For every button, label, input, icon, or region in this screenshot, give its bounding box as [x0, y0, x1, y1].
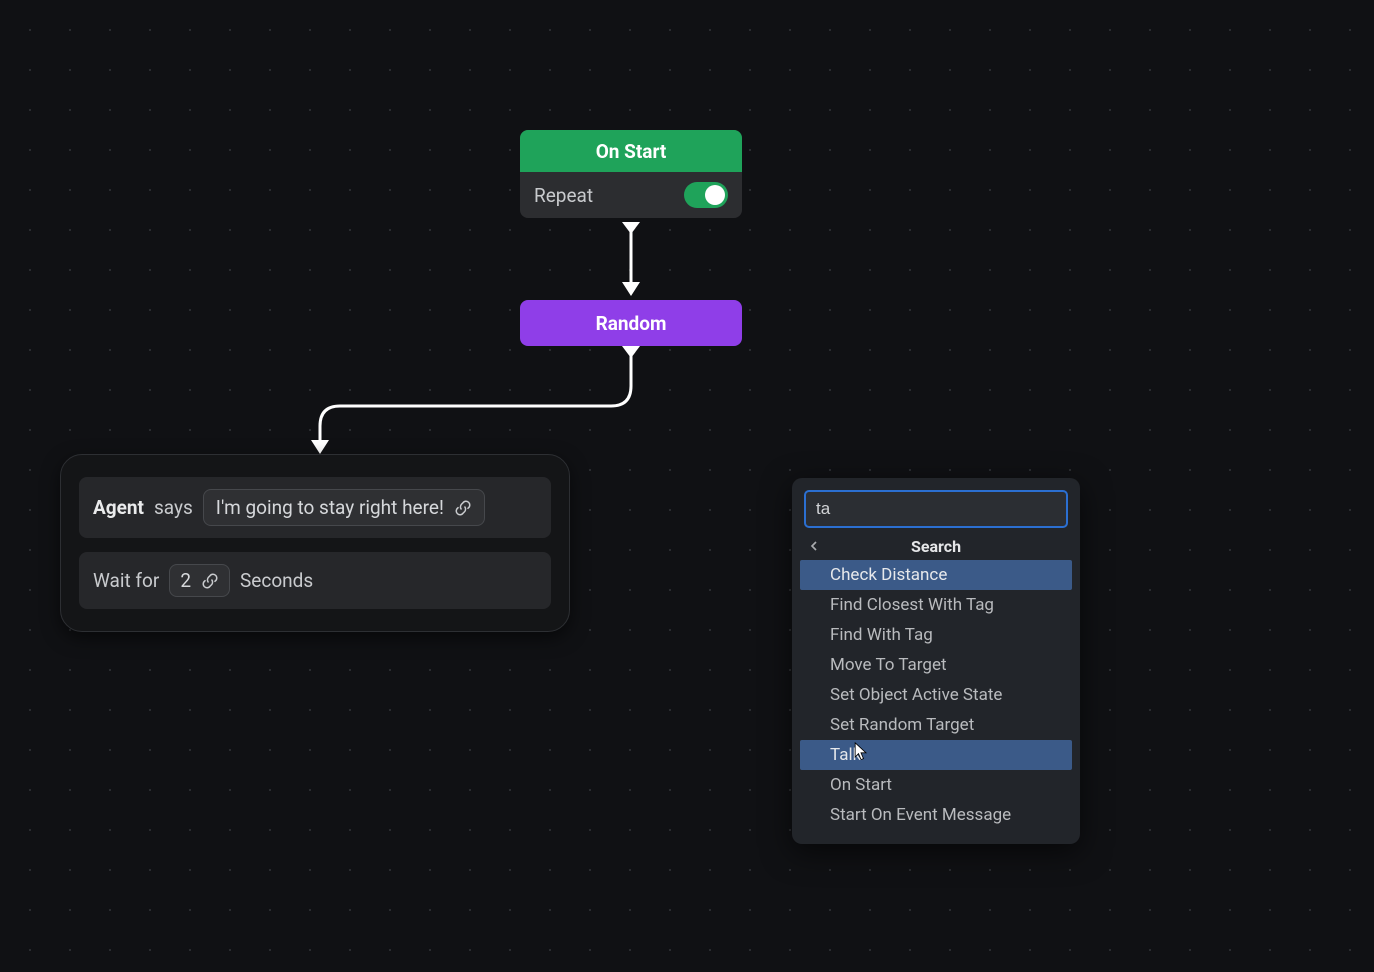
repeat-label: Repeat	[534, 184, 593, 207]
agent-label: Agent	[93, 496, 144, 519]
node-row-repeat: Repeat	[520, 172, 742, 218]
connector-notch-icon	[622, 222, 640, 234]
link-icon	[201, 572, 219, 590]
action-row-talk[interactable]: Agent says I'm going to stay right here!	[79, 477, 551, 538]
search-result-item[interactable]: Check Distance	[800, 560, 1072, 590]
search-result-item[interactable]: On Start	[800, 770, 1072, 800]
node-header-on-start[interactable]: On Start	[520, 130, 742, 172]
link-icon	[454, 499, 472, 517]
popup-title: Search	[800, 537, 1072, 556]
search-result-item[interactable]: Move To Target	[800, 650, 1072, 680]
talk-text-value: I'm going to stay right here!	[216, 496, 444, 519]
arrowhead-icon	[622, 282, 640, 296]
search-result-item[interactable]: Find With Tag	[800, 620, 1072, 650]
node-on-start[interactable]: On Start Repeat	[520, 130, 742, 218]
search-result-item[interactable]: Set Random Target	[800, 710, 1072, 740]
search-result-item[interactable]: Find Closest With Tag	[800, 590, 1072, 620]
search-result-item[interactable]: Set Object Active State	[800, 680, 1072, 710]
seconds-label: Seconds	[240, 569, 313, 592]
talk-text-chip[interactable]: I'm going to stay right here!	[203, 489, 485, 526]
wait-seconds-value: 2	[180, 569, 191, 592]
repeat-toggle[interactable]	[684, 182, 728, 208]
node-title: On Start	[596, 140, 667, 163]
node-title: Random	[596, 312, 667, 335]
node-random[interactable]: Random	[520, 300, 742, 346]
search-input[interactable]	[804, 490, 1068, 528]
wait-seconds-chip[interactable]: 2	[169, 564, 230, 597]
says-label: says	[154, 496, 193, 519]
wait-label: Wait for	[93, 569, 159, 592]
action-row-wait[interactable]: Wait for 2 Seconds	[79, 552, 551, 609]
search-results-list: Check DistanceFind Closest With TagFind …	[800, 560, 1072, 830]
popup-header: Search	[800, 534, 1072, 560]
node-search-popup[interactable]: Search Check DistanceFind Closest With T…	[792, 478, 1080, 844]
arrowhead-icon	[311, 440, 329, 454]
connector-notch-icon	[622, 346, 640, 358]
action-card[interactable]: Agent says I'm going to stay right here!…	[60, 454, 570, 632]
search-result-item[interactable]: Talk	[800, 740, 1072, 770]
search-result-item[interactable]: Start On Event Message	[800, 800, 1072, 830]
